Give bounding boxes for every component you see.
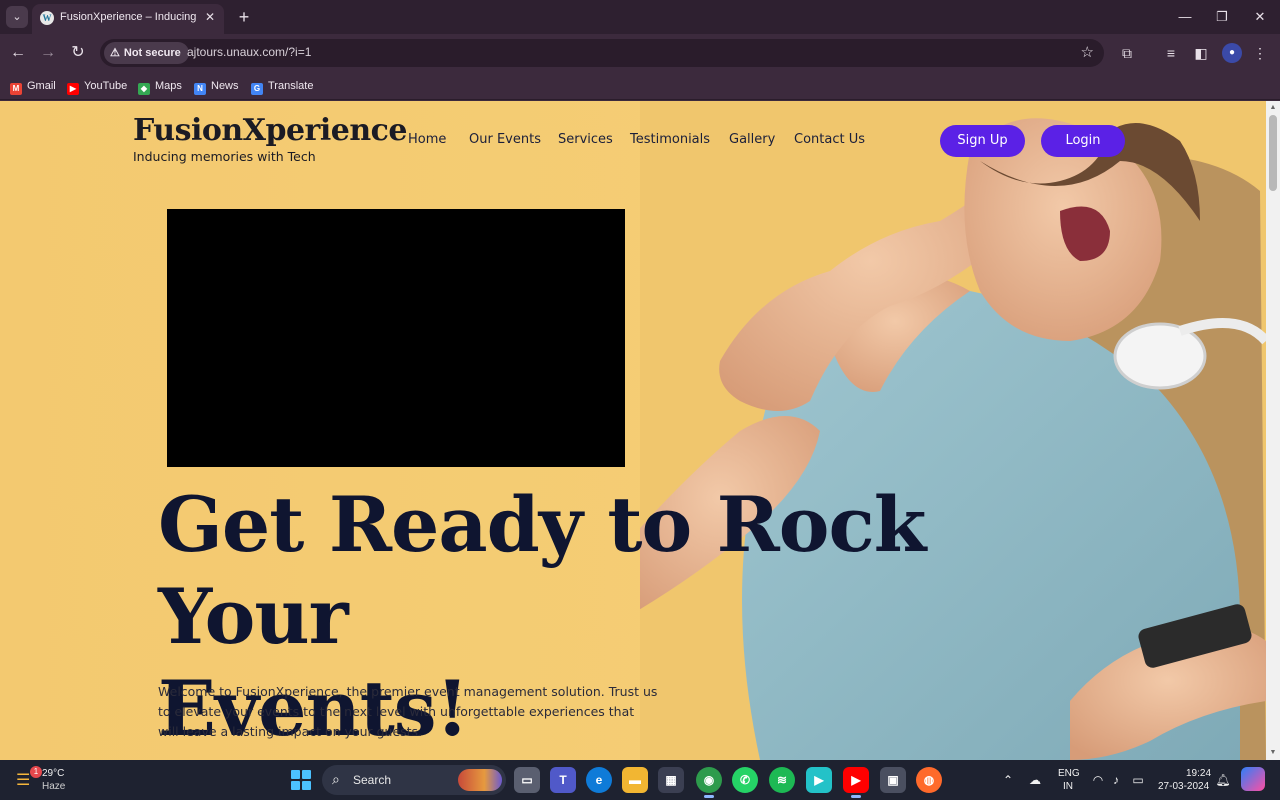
store-icon[interactable]: ▦	[658, 767, 684, 793]
scroll-up-icon[interactable]: ▲	[1268, 103, 1278, 113]
search-icon: ⌕	[332, 771, 340, 787]
maps-icon: ◆	[138, 83, 150, 95]
task-view-icon[interactable]: ▭	[514, 767, 540, 793]
taskbar-search[interactable]: ⌕ Search	[322, 765, 506, 795]
lang-top[interactable]: ENG	[1058, 768, 1080, 779]
copilot-icon[interactable]	[1241, 767, 1265, 791]
tab-search-icon[interactable]: ⌄	[6, 6, 28, 28]
close-window-icon[interactable]: ✕	[1249, 6, 1271, 28]
address-bar[interactable]: ⚠ Not secure ajtours.unaux.com/?i=1 ☆	[100, 39, 1104, 67]
spotify-icon[interactable]: ≋	[769, 767, 795, 793]
clock-time[interactable]: 19:24	[1186, 768, 1211, 779]
side-panel-icon[interactable]: ◧	[1191, 43, 1211, 63]
nav-our-events[interactable]: Our Events	[469, 132, 541, 147]
hero-intro-text: Welcome to FusionXperience, the premier …	[158, 684, 658, 739]
bookmark-label: YouTube	[84, 80, 128, 92]
windows-start-icon[interactable]	[291, 770, 311, 790]
brand-name: FusionXperience	[133, 113, 407, 148]
chrome-icon[interactable]: ◉	[696, 767, 722, 798]
bookmark-label: Maps	[155, 80, 182, 92]
page-scrollbar[interactable]: ▲ ▼	[1266, 101, 1280, 760]
whatsapp-icon[interactable]: ✆	[732, 767, 758, 793]
weather-badge: 1	[30, 766, 42, 778]
warning-icon: ⚠	[110, 47, 120, 59]
file-explorer-icon[interactable]: ▬	[622, 767, 648, 793]
teams-icon[interactable]: T	[550, 767, 576, 793]
signup-button[interactable]: Sign Up	[940, 125, 1025, 157]
bookmark-gmail[interactable]: M Gmail	[10, 77, 56, 95]
scroll-down-icon[interactable]: ▼	[1268, 748, 1278, 758]
brand-tagline: Inducing memories with Tech	[133, 149, 316, 164]
translate-icon: G	[251, 83, 263, 95]
youtube-app-icon[interactable]: ▶	[843, 767, 869, 798]
url-text[interactable]: ajtours.unaux.com/?i=1	[187, 45, 311, 59]
video-player[interactable]	[167, 209, 625, 467]
tab-strip: ⌄ W FusionXperience – Inducing me ✕ + — …	[0, 0, 1280, 34]
reload-icon[interactable]: ↻	[66, 41, 90, 65]
search-label: Search	[353, 773, 392, 787]
weather-condition: Haze	[42, 781, 66, 792]
nav-services[interactable]: Services	[558, 132, 613, 147]
battery-icon[interactable]: ▭	[1130, 772, 1146, 788]
security-label: Not secure	[123, 47, 181, 59]
gmail-icon: M	[10, 83, 22, 95]
weather-temp: 29°C	[42, 768, 65, 779]
taskbar: ☰ 1 29°C Haze ⌕ Search ▭ T e ▬ ▦ ◉ ✆ ≋ ▶…	[0, 760, 1280, 800]
edge-icon[interactable]: e	[586, 767, 612, 793]
headline-line-1: Get Ready to Rock Your	[158, 480, 926, 661]
menu-icon[interactable]: ⋮	[1250, 43, 1270, 63]
clock-date[interactable]: 27-03-2024	[1158, 781, 1209, 792]
onedrive-icon[interactable]: ☁	[1027, 772, 1043, 788]
new-tab-icon[interactable]: +	[234, 7, 254, 27]
bookmark-label: News	[211, 80, 239, 92]
bookmark-star-icon[interactable]: ☆	[1081, 43, 1094, 61]
browser-tab[interactable]: W FusionXperience – Inducing me ✕	[32, 4, 224, 34]
tab-title: FusionXperience – Inducing me	[60, 11, 200, 23]
bookmark-label: Translate	[268, 80, 314, 92]
bookmarks-bar: M Gmail ▶ YouTube ◆ Maps N News G Translate	[0, 72, 1280, 100]
browser-toolbar: ← → ↻ ⚠ Not secure ajtours.unaux.com/?i=1…	[0, 34, 1280, 72]
bookmark-maps[interactable]: ◆ Maps	[138, 77, 182, 95]
extensions-icon[interactable]: ⧉	[1117, 43, 1137, 63]
notification-bell-icon[interactable]: 🔔︎	[1215, 772, 1231, 788]
minimize-icon[interactable]: —	[1174, 6, 1196, 28]
restore-icon[interactable]: ❐	[1211, 6, 1233, 28]
brand[interactable]: FusionXperience Inducing memories with T…	[133, 113, 407, 164]
tab-close-icon[interactable]: ✕	[202, 9, 218, 25]
news-icon: N	[194, 83, 206, 95]
nav-home[interactable]: Home	[408, 132, 446, 147]
login-button[interactable]: Login	[1041, 125, 1125, 157]
nav-testimonials[interactable]: Testimonials	[630, 132, 710, 147]
back-icon[interactable]: ←	[6, 41, 30, 65]
prime-video-icon[interactable]: ▶	[806, 767, 832, 793]
scroll-thumb[interactable]	[1269, 115, 1277, 191]
lang-bottom[interactable]: IN	[1063, 781, 1073, 792]
bookmark-youtube[interactable]: ▶ YouTube	[67, 77, 127, 95]
media-app-icon[interactable]: ▣	[880, 767, 906, 793]
page-viewport: FusionXperience Inducing memories with T…	[0, 101, 1266, 760]
tray-overflow-icon[interactable]: ⌃	[1000, 772, 1016, 788]
profile-avatar-icon[interactable]: ●	[1222, 43, 1242, 63]
nav-gallery[interactable]: Gallery	[729, 132, 775, 147]
search-highlight-icon	[458, 769, 502, 791]
volume-icon[interactable]: ♪	[1108, 772, 1124, 788]
weather-widget[interactable]: ☰ 1 29°C Haze	[14, 766, 94, 794]
wordpress-icon: W	[40, 11, 54, 25]
youtube-icon: ▶	[67, 83, 79, 95]
bookmark-translate[interactable]: G Translate	[251, 77, 313, 95]
forward-icon[interactable]: →	[36, 41, 60, 65]
bookmark-label: Gmail	[27, 80, 56, 92]
nav-contact-us[interactable]: Contact Us	[794, 132, 865, 147]
bookmark-news[interactable]: N News	[194, 77, 239, 95]
firefox-icon[interactable]: ◍	[916, 767, 942, 793]
wifi-icon[interactable]: ◠	[1090, 772, 1106, 788]
security-chip[interactable]: ⚠ Not secure	[104, 42, 189, 64]
media-controls-icon[interactable]: ≡	[1161, 43, 1181, 63]
